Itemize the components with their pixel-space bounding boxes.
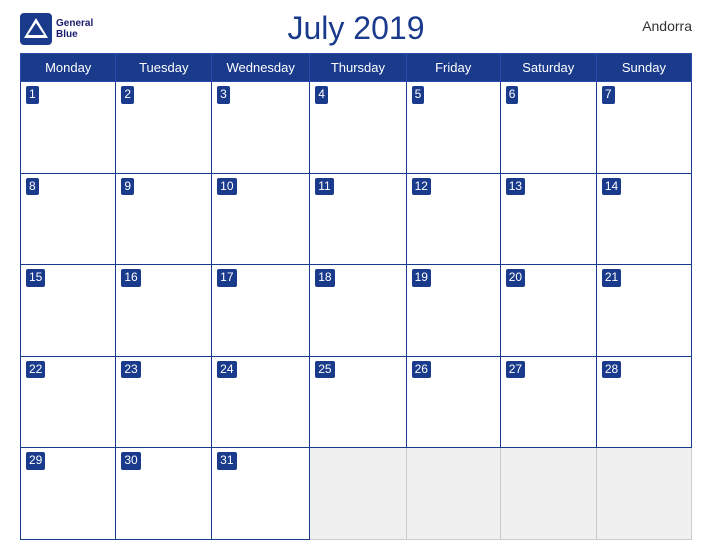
weekday-friday: Friday [406,54,500,82]
weekday-tuesday: Tuesday [116,54,212,82]
day-number: 29 [26,452,45,470]
day-number: 14 [602,178,621,196]
calendar-cell [406,448,500,540]
calendar-cell: 15 [21,265,116,357]
day-number: 2 [121,86,134,104]
calendar-cell: 24 [212,356,310,448]
calendar-cell: 7 [596,82,691,174]
day-number: 23 [121,361,140,379]
calendar-cell: 14 [596,173,691,265]
calendar-cell: 1 [21,82,116,174]
logo-line2: Blue [56,29,93,40]
logo-text: General Blue [56,18,93,40]
calendar-cell: 3 [212,82,310,174]
calendar-cell: 12 [406,173,500,265]
calendar-cell: 28 [596,356,691,448]
calendar-cell: 17 [212,265,310,357]
calendar-cell: 10 [212,173,310,265]
day-number: 4 [315,86,328,104]
day-number: 15 [26,269,45,287]
calendar-cell: 20 [500,265,596,357]
day-number: 17 [217,269,236,287]
week-row-4: 22 23 24 25 26 27 28 [21,356,692,448]
logo: General Blue [20,13,93,45]
calendar-cell: 29 [21,448,116,540]
calendar-cell: 18 [310,265,406,357]
day-number: 22 [26,361,45,379]
day-number: 3 [217,86,230,104]
week-row-1: 1 2 3 4 5 6 7 [21,82,692,174]
day-number: 10 [217,178,236,196]
calendar-cell: 13 [500,173,596,265]
weekday-sunday: Sunday [596,54,691,82]
calendar-cell: 5 [406,82,500,174]
day-number: 20 [506,269,525,287]
logo-line1: General [56,18,93,29]
calendar-title: July 2019 [288,10,425,47]
calendar-cell: 26 [406,356,500,448]
calendar-table: MondayTuesdayWednesdayThursdayFridaySatu… [20,53,692,540]
calendar-cell: 16 [116,265,212,357]
calendar-cell: 23 [116,356,212,448]
day-number: 9 [121,178,134,196]
day-number: 1 [26,86,39,104]
week-row-3: 15 16 17 18 19 20 21 [21,265,692,357]
weekday-header-row: MondayTuesdayWednesdayThursdayFridaySatu… [21,54,692,82]
day-number: 18 [315,269,334,287]
day-number: 12 [412,178,431,196]
day-number: 6 [506,86,519,104]
week-row-5: 29 30 31 [21,448,692,540]
calendar-cell: 2 [116,82,212,174]
calendar-cell: 11 [310,173,406,265]
calendar-cell: 27 [500,356,596,448]
country-label: Andorra [642,18,692,34]
calendar-cell [500,448,596,540]
day-number: 27 [506,361,525,379]
day-number: 30 [121,452,140,470]
calendar-cell: 22 [21,356,116,448]
calendar-cell: 31 [212,448,310,540]
calendar-cell: 6 [500,82,596,174]
logo-icon [20,13,52,45]
calendar-cell: 9 [116,173,212,265]
calendar-header: General Blue July 2019 Andorra [20,10,692,47]
day-number: 21 [602,269,621,287]
weekday-wednesday: Wednesday [212,54,310,82]
weekday-thursday: Thursday [310,54,406,82]
calendar-cell: 19 [406,265,500,357]
calendar-body: 1234567891011121314151617181920212223242… [21,82,692,540]
day-number: 24 [217,361,236,379]
day-number: 19 [412,269,431,287]
calendar-cell: 21 [596,265,691,357]
calendar-cell: 8 [21,173,116,265]
day-number: 26 [412,361,431,379]
calendar-cell [596,448,691,540]
day-number: 25 [315,361,334,379]
calendar-cell: 25 [310,356,406,448]
day-number: 11 [315,178,333,196]
day-number: 8 [26,178,39,196]
calendar-cell: 4 [310,82,406,174]
day-number: 31 [217,452,236,470]
day-number: 13 [506,178,525,196]
week-row-2: 8 9 10 11 12 13 14 [21,173,692,265]
calendar-cell: 30 [116,448,212,540]
day-number: 28 [602,361,621,379]
day-number: 16 [121,269,140,287]
weekday-saturday: Saturday [500,54,596,82]
day-number: 5 [412,86,425,104]
weekday-monday: Monday [21,54,116,82]
calendar-cell [310,448,406,540]
day-number: 7 [602,86,615,104]
